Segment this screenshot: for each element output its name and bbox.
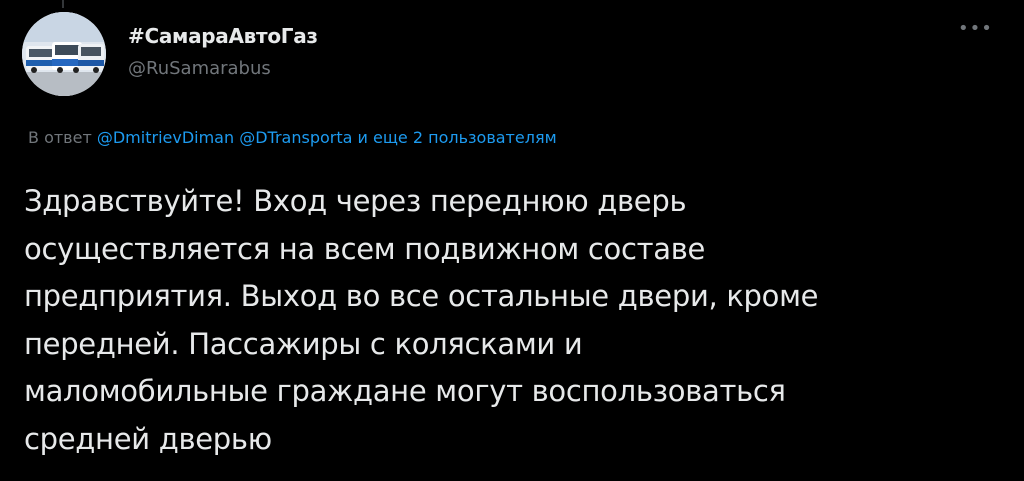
reply-prefix: В ответ (28, 128, 92, 147)
thread-connector-line (62, 0, 64, 8)
tweet-text-line: передней. Пассажиры с колясками и (24, 326, 583, 361)
tweet-text: Здравствуйте! Вход через переднюю дверь … (24, 178, 1004, 463)
more-options-icon[interactable]: ••• (958, 20, 993, 38)
tweet-text-line: средней дверью (24, 421, 272, 456)
avatar[interactable] (22, 12, 106, 96)
tweet-text-line: Здравствуйте! Вход через переднюю дверь (24, 184, 687, 218)
tweet-text-line: предприятия. Выход во все остальные двер… (24, 279, 819, 313)
author-handle[interactable]: @RuSamarabus (128, 58, 271, 79)
other-users-link[interactable]: и еще 2 пользователям (358, 128, 557, 147)
author-display-name[interactable]: #СамараАвтоГаз (128, 24, 318, 48)
reply-context: В ответ @DmitrievDiman @DTransporta и ещ… (28, 128, 557, 147)
bus-photo-avatar-icon (22, 12, 106, 96)
mention-link-dtransporta[interactable]: @DTransporta (239, 128, 352, 147)
tweet-text-line: маломобильные граждане могут воспользова… (24, 374, 786, 408)
mention-link-dmitrievdiman[interactable]: @DmitrievDiman (97, 128, 234, 147)
tweet-text-line: осуществляется на всем подвижном составе (24, 231, 706, 266)
